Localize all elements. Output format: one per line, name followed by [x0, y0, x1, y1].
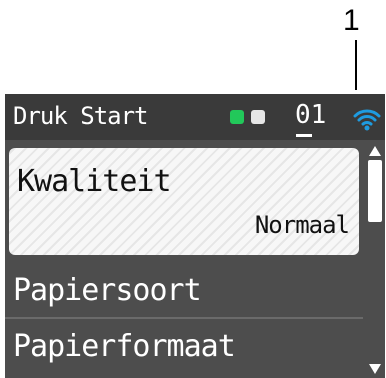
menu-item-papierformaat[interactable]: Papierformaat: [5, 319, 363, 373]
callout-number: 1: [343, 4, 360, 37]
scroll-up-arrow-icon[interactable]: [369, 146, 381, 156]
status-bar: Druk Start 01: [5, 94, 385, 140]
scrollbar-thumb[interactable]: [368, 160, 382, 222]
menu-item-papiersoort[interactable]: Papiersoort: [5, 263, 363, 319]
wifi-icon: [353, 106, 381, 138]
menu-item-value: Normaal: [254, 211, 350, 239]
callout-line: [355, 40, 357, 90]
status-title: Druk Start: [13, 102, 148, 130]
menu-item-label: Kwaliteit: [17, 164, 172, 199]
counter-cursor: [296, 134, 312, 137]
copy-counter: 01: [295, 100, 327, 130]
white-status-led-icon: [251, 110, 265, 124]
menu-item-label: Papierformaat: [13, 329, 236, 364]
green-status-led-icon: [230, 110, 244, 124]
lcd-screen: Druk Start 01 Kwaliteit Normaal Papierso…: [5, 94, 385, 378]
scroll-down-arrow-icon[interactable]: [369, 364, 381, 374]
menu-item-kwaliteit[interactable]: Kwaliteit Normaal: [9, 148, 359, 255]
menu-item-label: Papiersoort: [13, 273, 202, 308]
